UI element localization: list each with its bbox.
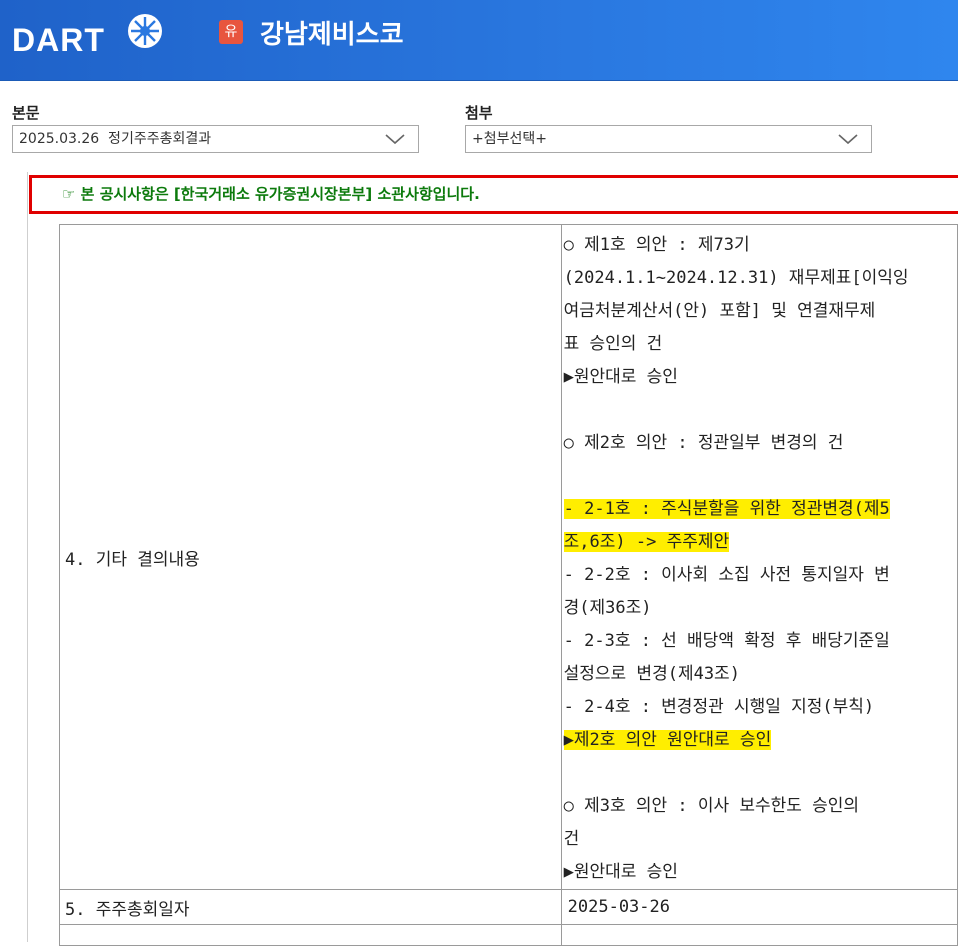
resolution-line: ○ 제1호 의안 : 제73기 [563,235,750,255]
resolution-line: - 2-4호 : 변경정관 시행일 지정(부칙) [563,697,875,717]
company-name: 강남제비스코 [260,20,404,50]
chevron-down-icon [384,130,406,157]
highlighted-text: ▶제2호 의안 원안대로 승인 [563,730,772,750]
resolution-line: - 2-3호 : 선 배당액 확정 후 배당기준일 [563,631,890,651]
resolution-line: 설정으로 변경(제43조) [563,664,740,684]
resolution-table: 4. 기타 결의내용 ○ 제1호 의안 : 제73기 (2024.1.1~2024… [59,224,958,946]
resolution-line: ▶원안대로 승인 [563,862,678,882]
dart-logo[interactable]: DART [12,22,105,59]
resolution-line: 경(제36조) [563,598,652,618]
dart-logo-text: DART [12,22,105,58]
corp-type-badge: 유 [219,20,243,44]
row4-label: 4. 기타 결의내용 [59,224,562,890]
chevron-down-icon [837,130,859,157]
attach-select-value: +첨부선택+ [472,131,547,147]
resolution-line: ▶원안대로 승인 [563,367,678,387]
row5-label: 5. 주주총회일자 [59,889,562,925]
resolution-line: 표 승인의 건 [563,334,663,354]
row5-value: 2025-03-26 [560,889,958,925]
attach-select[interactable]: +첨부선택+ [465,125,872,153]
resolution-line: 여금처분계산서(안) 포함] 및 연결재무제 [563,301,876,321]
dart-logo-wheel-icon [128,14,162,48]
attach-select-label: 첨부 [465,104,493,122]
table-row [59,924,958,946]
table-row: 4. 기타 결의내용 ○ 제1호 의안 : 제73기 (2024.1.1~2024… [59,224,958,890]
body-select-value: 2025.03.26 정기주주총회결과 [19,131,212,147]
jurisdiction-notice: ☞ 본 공시사항은 [한국거래소 유가증권시장본부] 소관사항입니다. [29,175,958,214]
body-select-label: 본문 [12,104,40,122]
next-row-label [59,924,562,946]
highlighted-text: - 2-1호 : 주식분할을 위한 정관변경(제5 [563,499,890,519]
highlighted-text: 조,6조) -> 주주제안 [563,532,730,552]
resolution-line: ○ 제3호 의안 : 이사 보수한도 승인의 [563,796,860,816]
next-row-value [560,924,958,946]
resolution-line: 조,6조) -> 주주제안 [563,526,957,559]
dart-header: DART 유 강남제비스코 [0,0,958,81]
row4-content: ○ 제1호 의안 : 제73기 (2024.1.1~2024.12.31) 재무제… [560,224,958,890]
resolution-line: - 2-2호 : 이사회 소집 사전 통지일자 변 [563,565,890,585]
resolution-line: 건 [563,829,580,849]
resolution-line: - 2-1호 : 주식분할을 위한 정관변경(제5 [563,493,957,526]
table-row: 5. 주주총회일자 2025-03-26 [59,889,958,925]
body-select[interactable]: 2025.03.26 정기주주총회결과 [12,125,419,153]
resolution-line: (2024.1.1~2024.12.31) 재무제표[이익잉 [563,268,909,288]
resolution-line: ▶제2호 의안 원안대로 승인 [563,724,957,757]
resolution-line: ○ 제2호 의안 : 정관일부 변경의 건 [563,433,844,453]
